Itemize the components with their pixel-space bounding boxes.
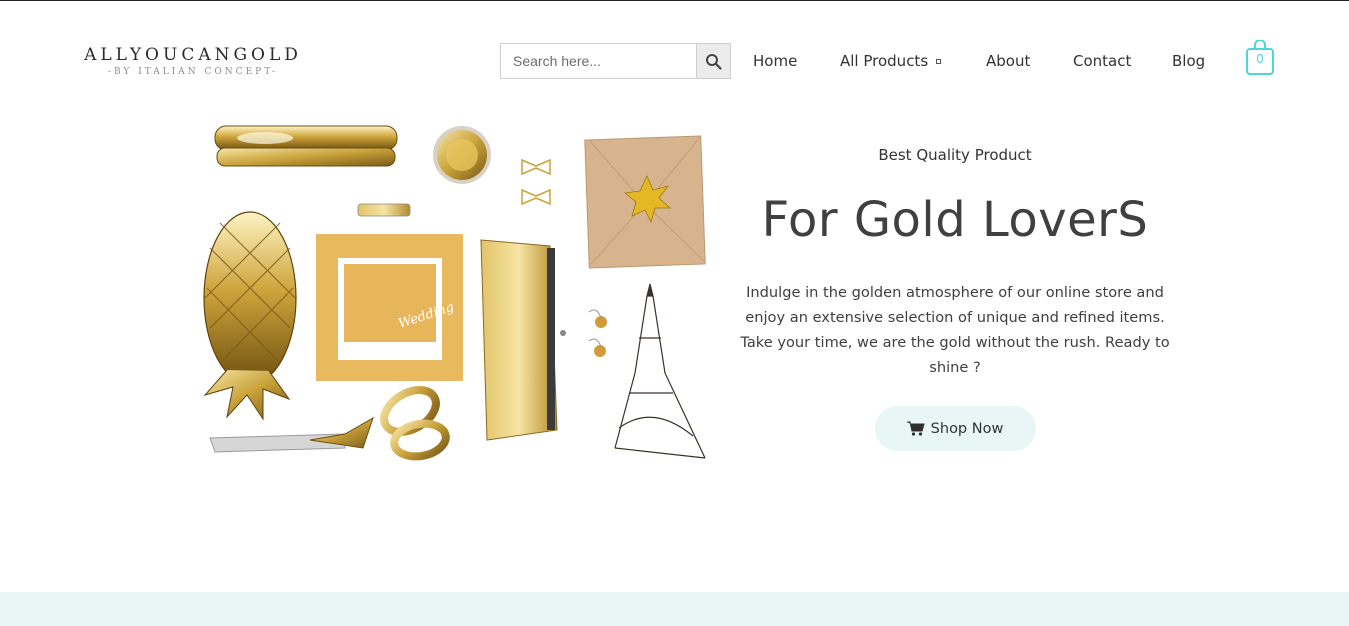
cart-button[interactable]: 0: [1246, 39, 1274, 76]
nav-home[interactable]: Home: [753, 52, 797, 70]
kraft-envelope: [584, 135, 706, 269]
search-button[interactable]: [696, 43, 731, 79]
gold-stapler: [214, 125, 398, 167]
logo-name: ALLYOUCANGOLD: [84, 45, 302, 65]
chevron-down-icon: [936, 59, 942, 64]
pearl-earrings: [588, 309, 607, 357]
cart-count: 0: [1256, 52, 1264, 66]
metal-cylinder: [357, 203, 411, 217]
gold-clutch: [480, 239, 566, 441]
search-form: [500, 43, 731, 79]
hero-headline: For Gold LoverS: [761, 192, 1149, 248]
nav-contact[interactable]: Contact: [1073, 52, 1131, 70]
shop-now-button[interactable]: Shop Now: [874, 406, 1036, 451]
cart-icon: [906, 421, 925, 436]
hero-body: Indulge in the golden atmosphere of our …: [740, 284, 1170, 376]
eiffel-tower-figurine: [614, 283, 706, 459]
search-icon: [706, 53, 722, 70]
bow-clips: [521, 158, 551, 206]
site-logo[interactable]: ALLYOUCANGOLD -BY ITALIAN CONCEPT-: [83, 46, 303, 77]
top-border: [0, 0, 1349, 1]
gold-cup: [433, 126, 491, 184]
nav-all-products-label: All Products: [840, 52, 929, 70]
nav-blog[interactable]: Blog: [1172, 52, 1205, 70]
logo-tagline: -BY ITALIAN CONCEPT-: [107, 67, 279, 77]
nav-all-products[interactable]: All Products: [840, 52, 942, 70]
hero-image: Wedding: [203, 125, 706, 461]
shop-now-label: Shop Now: [930, 420, 1004, 437]
nav-about[interactable]: About: [986, 52, 1030, 70]
gold-polaroid: Wedding: [316, 234, 463, 381]
hero-copy: Best Quality Product For Gold LoverS Ind…: [740, 146, 1170, 451]
footer-band: [0, 592, 1349, 626]
search-input[interactable]: [500, 43, 696, 79]
pineapple-dish: [203, 211, 297, 421]
hero-eyebrow: Best Quality Product: [878, 146, 1032, 164]
